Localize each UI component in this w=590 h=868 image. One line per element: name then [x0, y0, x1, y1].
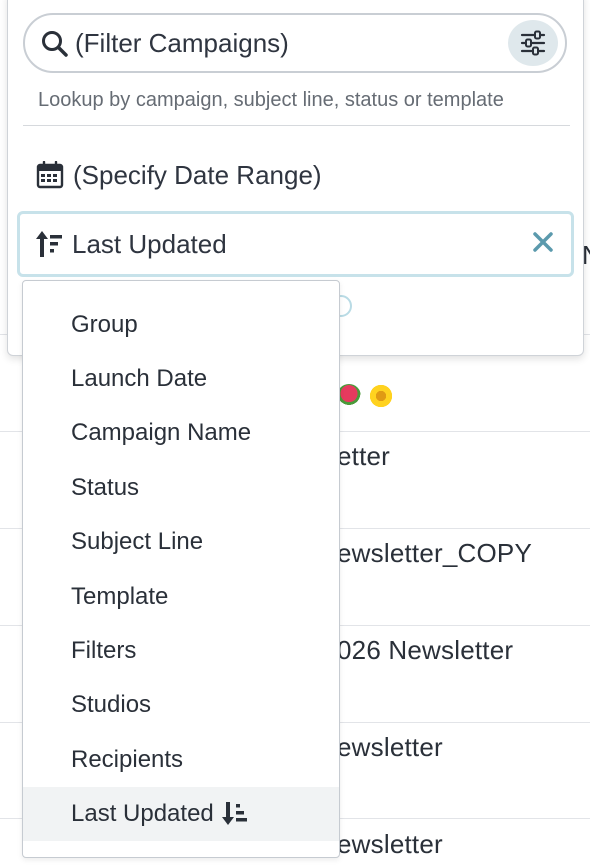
sort-option-filters[interactable]: Filters: [23, 624, 339, 678]
sliders-icon: [520, 30, 546, 56]
page: etter ewsletter_COPY 026 Newsletter ewsl…: [0, 0, 590, 868]
sort-option-label: Campaign Name: [71, 419, 252, 446]
campaign-name-cell[interactable]: ewsletter: [337, 829, 443, 860]
sort-option-label: Launch Date: [71, 365, 208, 392]
sort-select-value: Last Updated: [36, 226, 227, 262]
sort-option-label: Filters: [71, 637, 137, 664]
sort-option-group[interactable]: Group: [23, 298, 339, 352]
sort-option-subject-line[interactable]: Subject Line: [23, 515, 339, 569]
calendar-icon: [36, 161, 64, 189]
campaign-search-box[interactable]: [23, 13, 567, 73]
campaign-name-cell[interactable]: etter: [337, 441, 390, 472]
sort-select[interactable]: Last Updated: [17, 211, 574, 277]
sort-ascending-icon: [36, 231, 62, 257]
sort-option-launch-date[interactable]: Launch Date: [23, 352, 339, 406]
sort-option-label: Subject Line: [71, 528, 204, 555]
campaign-name-cell[interactable]: ewsletter_COPY: [337, 538, 532, 569]
sunflower-icon: [369, 384, 394, 409]
sort-option-label: Status: [71, 474, 140, 501]
sort-option-label: Template: [71, 583, 169, 610]
emoji-flowers: [337, 382, 395, 409]
sort-option-campaign-name[interactable]: Campaign Name: [23, 406, 339, 460]
divider: [23, 125, 570, 126]
date-range-label: (Specify Date Range): [73, 159, 322, 190]
campaign-search-input[interactable]: [75, 23, 495, 63]
sort-option-status[interactable]: Status: [23, 461, 339, 515]
close-icon[interactable]: [531, 230, 555, 254]
sort-descending-icon: [221, 802, 247, 825]
sort-option-label: Last Updated: [71, 800, 214, 827]
sort-option-label: Studios: [71, 691, 152, 718]
sort-option-recipients[interactable]: Recipients: [23, 733, 339, 787]
campaign-name-cell[interactable]: 026 Newsletter: [337, 635, 513, 666]
tulip-icon: [337, 384, 361, 409]
date-range-selector[interactable]: (Specify Date Range): [36, 155, 322, 195]
sort-option-template[interactable]: Template: [23, 570, 339, 624]
search-icon: [42, 31, 68, 57]
sort-option-last-updated[interactable]: Last Updated: [23, 787, 339, 841]
search-hint-text: Lookup by campaign, subject line, status…: [38, 89, 504, 111]
sort-option-studios[interactable]: Studios: [23, 678, 339, 732]
sort-selected-label: Last Updated: [72, 228, 227, 259]
campaign-name-cell[interactable]: ewsletter: [337, 732, 443, 763]
sort-option-label: Recipients: [71, 746, 184, 773]
sort-dropdown-menu: Group Launch Date Campaign Name Status S…: [22, 280, 340, 858]
sort-option-label: Group: [71, 311, 138, 338]
filter-settings-button[interactable]: [508, 20, 558, 66]
